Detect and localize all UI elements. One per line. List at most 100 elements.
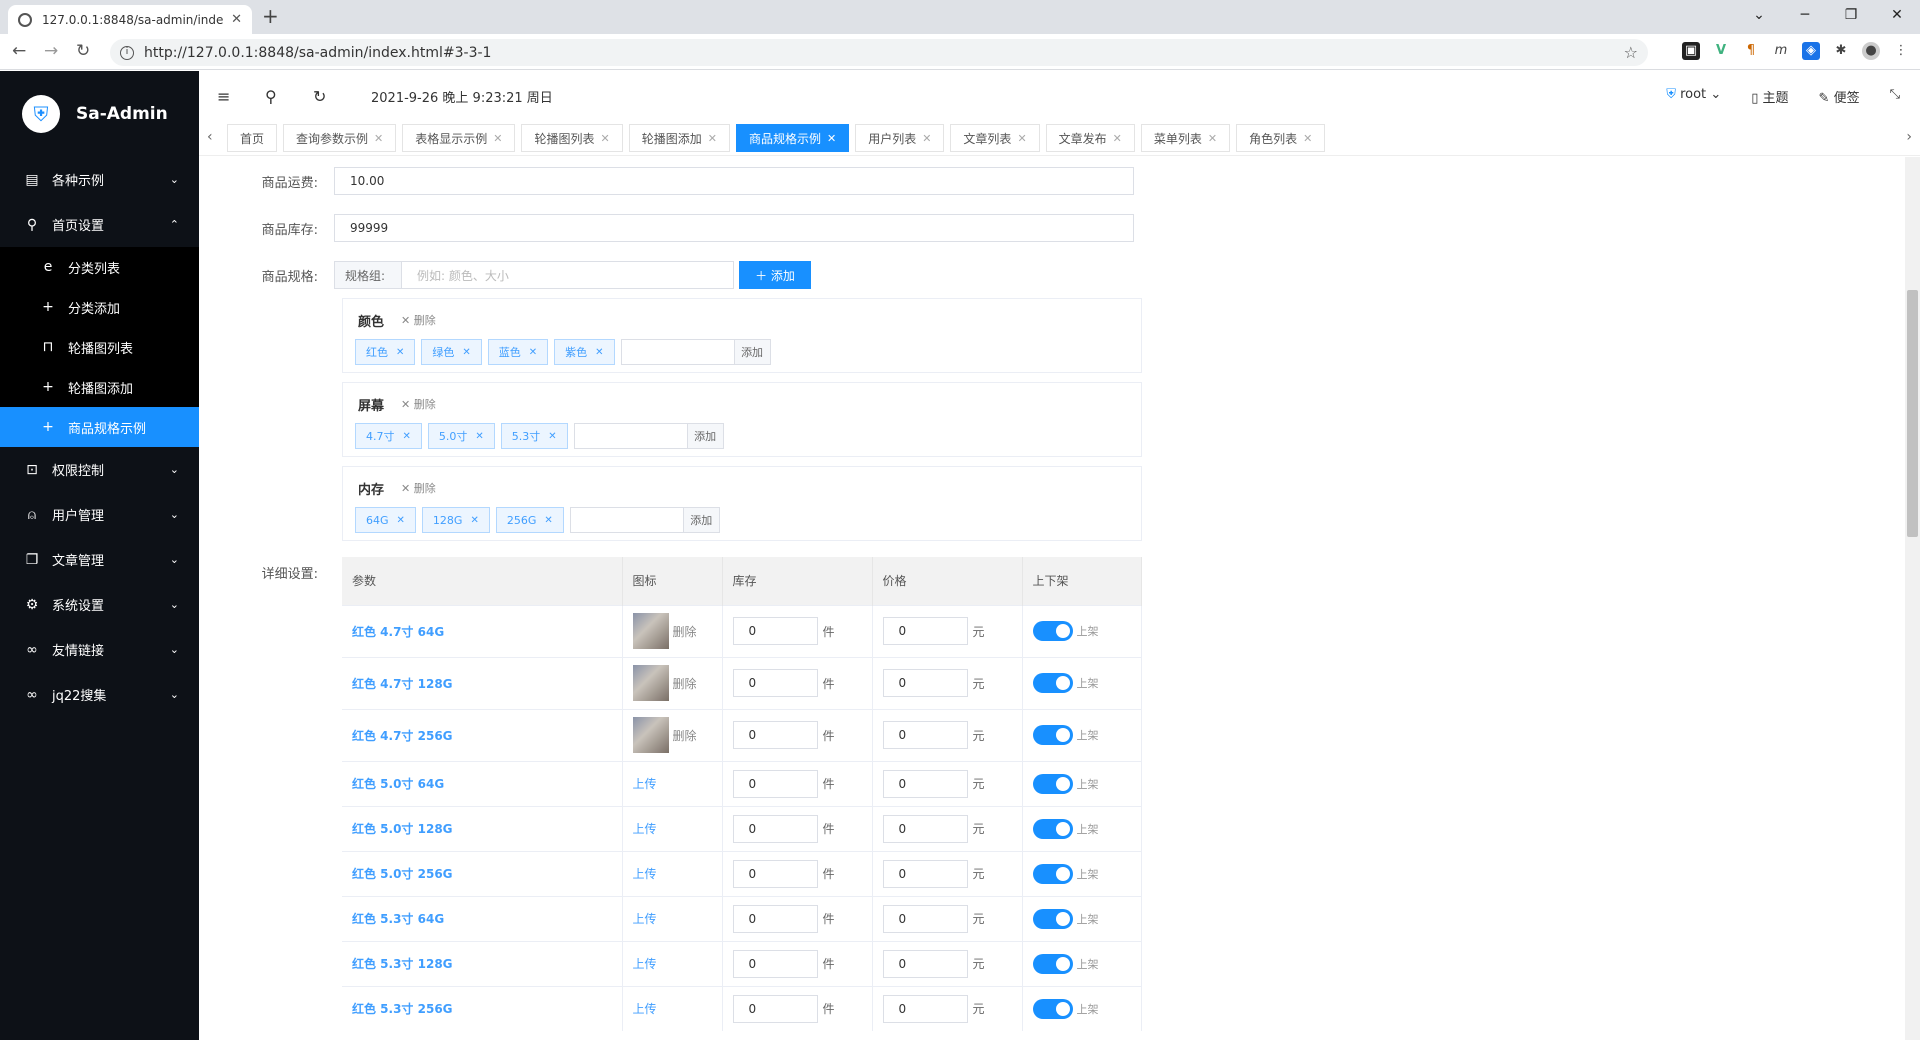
status-toggle[interactable] [1032,908,1073,929]
upload-link[interactable]: 上传 [633,957,657,971]
sidebar-subitem-carousel-list[interactable]: ⊓ 轮播图列表 [0,327,199,367]
extension-qr-icon[interactable]: ▣ [1682,42,1700,60]
spec-tag[interactable]: 5.3寸 ✕ [500,423,568,449]
tab-user-list[interactable]: 用户列表 ✕ [855,124,945,152]
spec-tag[interactable]: 紫色 ✕ [554,339,615,365]
upload-link[interactable]: 上传 [633,777,657,791]
price-input[interactable]: 0 [882,617,968,645]
sidebar-item-users[interactable]: ⍝ 用户管理 ⌄ [0,492,199,537]
status-toggle[interactable] [1032,673,1073,693]
extensions-puzzle-icon[interactable]: ✱ [1832,42,1850,60]
stock-input[interactable]: 99999 [334,214,1134,242]
price-input[interactable]: 0 [882,904,968,933]
info-icon[interactable]: i [120,45,134,60]
spec-tag[interactable]: 5.0寸 ✕ [427,423,495,449]
close-icon[interactable]: ✕ [1017,132,1026,145]
price-input[interactable]: 0 [882,721,968,749]
close-window-icon[interactable]: ✕ [1874,0,1920,30]
delete-image-button[interactable]: 删除 [673,727,697,744]
stock-input[interactable]: 0 [732,949,818,978]
sidebar-subitem-category-add[interactable]: + 分类添加 [0,287,199,327]
vertical-scrollbar[interactable] [1905,157,1920,1040]
sidebar-item-permissions[interactable]: ⊡ 权限控制 ⌄ [0,447,199,492]
sku-thumbnail[interactable] [632,613,669,649]
close-icon[interactable]: ✕ [708,132,717,145]
spec-tag[interactable]: 蓝色 ✕ [487,339,549,365]
close-icon[interactable]: ✕ [544,515,552,526]
sku-thumbnail[interactable] [632,665,669,701]
close-icon[interactable]: ✕ [595,347,603,358]
tab-product-spec[interactable]: 商品规格示例 ✕ [735,124,850,152]
sidebar-item-system-settings[interactable]: ⚙ 系统设置 ⌄ [0,582,199,627]
price-input[interactable]: 0 [882,769,968,798]
user-menu[interactable]: ⛨ root ⌄ [1666,87,1721,106]
tab-table-display[interactable]: 表格显示示例 ✕ [402,124,516,152]
tab-article-publish[interactable]: 文章发布 ✕ [1045,124,1135,152]
tabs-scroll-left-icon[interactable]: ‹ [207,129,213,145]
sidebar-item-friend-links[interactable]: ∞ 友情链接 ⌄ [0,627,199,672]
new-tab-icon[interactable]: + [262,4,279,28]
spec-tag[interactable]: 绿色 ✕ [421,339,482,365]
price-input[interactable]: 0 [882,859,968,888]
add-spec-value-button[interactable]: 添加 [683,507,720,533]
spec-value-input[interactable] [569,507,684,533]
restore-icon[interactable]: ❐ [1828,0,1874,30]
spec-value-input[interactable] [573,423,688,449]
close-icon[interactable]: ✕ [493,132,502,145]
spec-tag[interactable]: 红色 ✕ [355,339,416,365]
profile-avatar-icon[interactable]: ● [1862,42,1880,60]
close-icon[interactable]: ✕ [403,431,411,442]
delete-spec-group-button[interactable]: ✕ 删除 [401,312,436,328]
spec-tag[interactable]: 128G ✕ [421,507,490,533]
close-tab-icon[interactable]: ✕ [231,12,242,27]
price-input[interactable]: 0 [882,814,968,843]
extension-paragraph-icon[interactable]: ¶ [1742,42,1760,60]
close-icon[interactable]: ✕ [1208,132,1217,145]
close-icon[interactable]: ✕ [374,132,383,145]
status-toggle[interactable] [1032,863,1073,884]
delete-image-button[interactable]: 删除 [673,675,697,692]
delete-spec-group-button[interactable]: ✕ 删除 [401,480,436,496]
status-toggle[interactable] [1032,773,1073,794]
minimize-icon[interactable]: ─ [1782,0,1828,30]
tab-query-params[interactable]: 查询参数示例 ✕ [283,124,397,152]
close-icon[interactable]: ✕ [827,132,836,145]
tab-carousel-add[interactable]: 轮播图添加 ✕ [628,124,730,152]
theme-button[interactable]: ▯ 主题 [1751,87,1788,106]
profile-dropdown-icon[interactable]: ⌄ [1736,0,1782,30]
extension-m-icon[interactable]: m [1772,42,1790,60]
spec-value-input[interactable] [620,339,735,365]
add-spec-group-button[interactable]: ＋ 添加 [739,261,811,289]
stock-input[interactable]: 0 [732,859,818,888]
close-icon[interactable]: ✕ [397,515,405,526]
status-toggle[interactable] [1032,621,1073,641]
price-input[interactable]: 0 [882,949,968,978]
close-icon[interactable]: ✕ [396,347,404,358]
close-icon[interactable]: ✕ [529,347,537,358]
delete-image-button[interactable]: 删除 [673,623,697,640]
sidebar-item-home-settings[interactable]: ⚲ 首页设置 ⌃ [0,202,199,247]
sidebar-subitem-carousel-add[interactable]: + 轮播图添加 [0,367,199,407]
back-icon[interactable]: ← [12,41,26,61]
search-icon[interactable]: ⚲ [265,87,295,106]
stock-input[interactable]: 0 [732,721,818,749]
extension-vue-icon[interactable]: V [1712,42,1730,60]
stock-input[interactable]: 0 [732,769,818,798]
menu-toggle-icon[interactable]: ≡ [217,87,247,106]
sidebar-subitem-category-list[interactable]: e 分类列表 [0,247,199,287]
sku-thumbnail[interactable] [632,717,669,753]
tabs-scroll-right-icon[interactable]: › [1906,129,1912,145]
close-icon[interactable]: ✕ [475,431,483,442]
browser-menu-icon[interactable]: ⋮ [1892,42,1910,60]
sidebar-item-jq22[interactable]: ∞ jq22搜集 ⌄ [0,672,199,717]
tab-role-list[interactable]: 角色列表 ✕ [1236,124,1326,152]
tab-home[interactable]: 首页 [227,124,278,152]
scrollbar-thumb[interactable] [1907,290,1918,537]
sidebar-subitem-product-spec[interactable]: + 商品规格示例 [0,407,199,447]
add-spec-value-button[interactable]: 添加 [734,339,771,365]
extension-blue-icon[interactable]: ◈ [1802,42,1820,60]
add-spec-value-button[interactable]: 添加 [687,423,724,449]
upload-link[interactable]: 上传 [633,867,657,881]
status-toggle[interactable] [1032,998,1073,1019]
fullscreen-icon[interactable]: ⤡ [1890,87,1900,106]
